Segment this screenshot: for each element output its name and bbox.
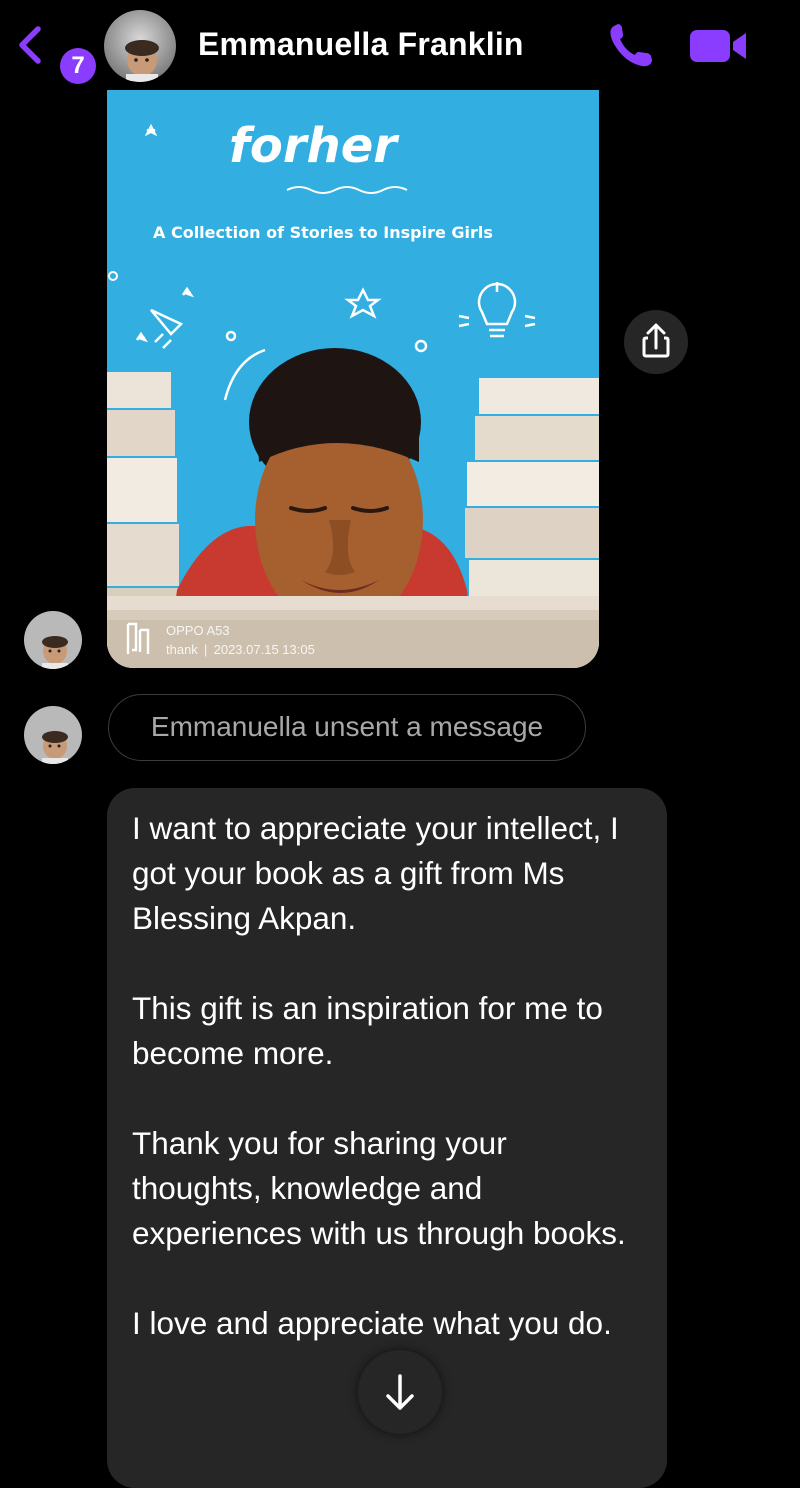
video-call-button[interactable]: [688, 26, 750, 66]
chat-header: 7 Emmanuella Franklin: [0, 0, 800, 90]
chevron-left-icon: [19, 26, 41, 64]
unsent-message-notice: Emmanuella unsent a message: [108, 694, 586, 761]
photo-watermark: OPPO A53 thank | 2023.07.15 13:05: [166, 621, 315, 659]
contact-name[interactable]: Emmanuella Franklin: [198, 26, 524, 63]
book-title-text: forher: [229, 118, 400, 174]
share-icon: [642, 323, 670, 358]
arrow-down-icon: [386, 1374, 414, 1410]
message-paragraph: Thank you for sharing your thoughts, kno…: [132, 1125, 626, 1251]
message-paragraph: This gift is an inspiration for me to be…: [132, 990, 603, 1071]
book-subtitle-text: A Collection of Stories to Inspire Girls: [153, 223, 493, 242]
share-button[interactable]: [624, 310, 688, 374]
sender-avatar[interactable]: [24, 611, 82, 669]
scroll-to-bottom-button[interactable]: [358, 1350, 442, 1434]
photo-caption-text: thank | 2023.07.15 13:05: [166, 642, 315, 657]
video-camera-icon: [690, 30, 746, 62]
shared-photo[interactable]: forher A Collection of Stories to Inspir…: [107, 90, 599, 668]
message-paragraph: I love and appreciate what you do.: [132, 1305, 612, 1341]
sender-avatar[interactable]: [24, 706, 82, 764]
camera-watermark-logo: [126, 622, 150, 654]
back-button[interactable]: 7: [16, 22, 96, 84]
phone-icon: [610, 24, 652, 67]
message-paragraph: I want to appreciate your intellect, I g…: [132, 810, 619, 936]
unread-count-badge: 7: [60, 48, 96, 84]
audio-call-button[interactable]: [606, 22, 656, 68]
camera-model: OPPO A53: [166, 623, 230, 638]
contact-avatar[interactable]: [104, 10, 176, 82]
